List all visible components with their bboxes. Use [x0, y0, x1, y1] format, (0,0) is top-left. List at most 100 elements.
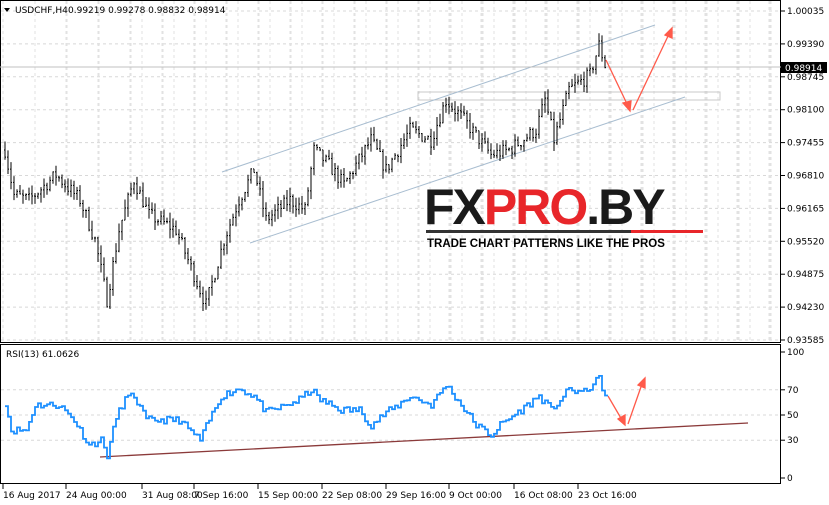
price-bars [4, 33, 606, 312]
rsi-tick: 0 [787, 474, 793, 484]
ohlc-bar [316, 144, 318, 151]
ohlc-bar [13, 176, 15, 201]
ohlc-bar [220, 240, 222, 269]
ohlc-bar [391, 157, 393, 173]
price-tick: 0.94230 [787, 303, 824, 313]
time-tick: 16 Aug 2017 [3, 491, 61, 501]
ohlc-bar [574, 73, 576, 93]
ohlc-bar [565, 90, 567, 107]
ohlc-bar [559, 112, 561, 129]
main-pane-frame [0, 0, 781, 343]
ohlc-bar [232, 213, 234, 226]
ohlc-bar [34, 192, 36, 204]
ohlc-bar [19, 185, 21, 195]
ohlc-bar [484, 131, 486, 144]
ohlc-bar [187, 248, 189, 265]
ohlc-bar [571, 78, 573, 88]
ohlc-bar [529, 127, 531, 141]
time-axis[interactable]: 16 Aug 2017 24 Aug 00:00 31 Aug 08:007 Sep… [2, 484, 637, 501]
ohlc-bar [106, 276, 108, 308]
svg-text:FXPRO.BY: FXPRO.BY [424, 179, 665, 235]
ohlc-bar [16, 189, 18, 198]
ohlc-bar [469, 113, 471, 139]
fxpro-watermark-logo: FXPRO.BY TRADE CHART PATTERNS LIKE THE P… [424, 179, 703, 250]
ohlc-bar [403, 133, 405, 149]
ohlc-bar [553, 111, 555, 151]
ohlc-bar [202, 286, 204, 312]
ohlc-bar [70, 179, 72, 198]
ohlc-bar [166, 217, 168, 224]
ohlc-bar [319, 147, 321, 152]
ohlc-bar [190, 256, 192, 271]
ohlc-bar [343, 167, 345, 188]
ohlc-bar [181, 233, 183, 241]
time-tick: 22 Sep 08:00 [322, 491, 382, 501]
ohlc-bar [283, 194, 285, 210]
ohlc-bar [280, 199, 282, 218]
ohlc-bar [442, 101, 444, 124]
ohlc-bar [259, 176, 261, 196]
watermark-tagline: TRADE CHART PATTERNS LIKE THE PROS [427, 238, 665, 250]
price-tick: 0.97455 [787, 139, 824, 149]
time-tick: 24 Aug 00:00 [66, 491, 127, 501]
ohlc-bar [598, 33, 600, 57]
ohlc-bar [298, 197, 300, 215]
ohlc-bar [139, 186, 141, 194]
ohlc-bar [49, 176, 51, 192]
price-axis[interactable]: 1.00035 0.99390 0.98745 0.98100 0.97455 0.968… [781, 7, 824, 346]
price-tick: 0.95520 [787, 237, 824, 247]
ohlc-bar [133, 181, 135, 195]
ohlc-bar [172, 218, 174, 238]
ohlc-bar [67, 178, 69, 196]
ohlc-bar [349, 171, 351, 184]
symbol-label: USDCHF,H4 [15, 6, 68, 16]
ohlc-bar [100, 245, 102, 273]
ohlc-bar [61, 174, 63, 189]
ohlc-bar [136, 176, 138, 200]
ohlc-bar [103, 257, 105, 282]
ohlc-bar [361, 146, 363, 163]
ohlc-bar [301, 195, 303, 214]
ohlc-bar [328, 149, 330, 161]
ohlc-values: 0.99219 0.99278 0.98832 0.98914 [68, 6, 226, 16]
ohlc-bar [7, 150, 9, 174]
ohlc-bar [175, 220, 177, 236]
ohlc-bar [475, 126, 477, 133]
price-tick: 0.96165 [787, 204, 824, 214]
ohlc-bar [115, 243, 117, 264]
ohlc-bar [211, 275, 213, 296]
ohlc-bar [82, 199, 84, 218]
rsi-tick: 70 [787, 386, 799, 396]
ohlc-bar [247, 174, 249, 198]
ohlc-bar [292, 194, 294, 214]
price-tick: 1.00035 [787, 7, 824, 17]
ohlc-bar [76, 186, 78, 200]
ohlc-bar [376, 138, 378, 150]
ohlc-bar [235, 204, 237, 227]
ohlc-bar [394, 153, 396, 160]
ohlc-bar [217, 266, 219, 280]
ohlc-bar [346, 177, 348, 182]
ohlc-bar [46, 182, 48, 195]
ohlc-bar [286, 190, 288, 212]
ohlc-bar [388, 164, 390, 174]
ohlc-bar [439, 113, 441, 128]
price-tick: 0.99390 [787, 40, 824, 50]
ohlc-bar [28, 187, 30, 201]
ohlc-bar [433, 131, 435, 150]
time-tick: 29 Sep 16:00 [386, 491, 446, 501]
ohlc-bar [196, 275, 198, 290]
ohlc-bar [274, 204, 276, 222]
ohlc-bar [382, 149, 384, 179]
ohlc-bar [4, 141, 6, 160]
ohlc-bar [244, 191, 246, 202]
ohlc-bar [271, 209, 273, 227]
ohlc-bar [73, 180, 75, 200]
price-tick: 0.98100 [787, 106, 824, 116]
ohlc-bar [466, 110, 468, 129]
ohlc-bar [124, 199, 126, 221]
ohlc-bar [208, 287, 210, 306]
ohlc-bar [496, 143, 498, 159]
chart-canvas[interactable]: FXPRO.BY TRADE CHART PATTERNS LIKE THE P… [0, 0, 829, 505]
ohlc-bar [310, 166, 312, 200]
